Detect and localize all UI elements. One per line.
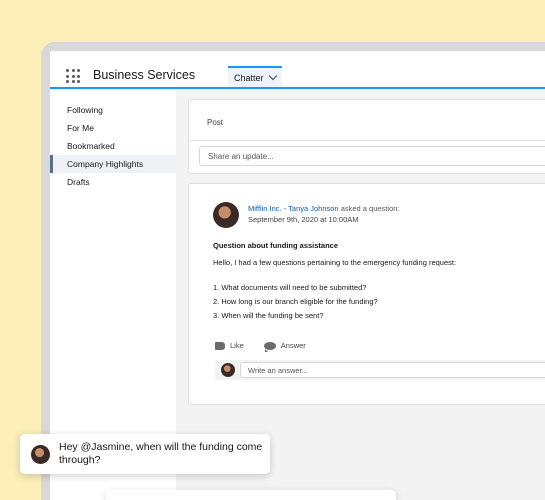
chat-message-card-secondary [106, 490, 396, 500]
feed-item-header: Mifflin Inc. - Tanya Johnson asked a que… [248, 204, 400, 213]
author-link[interactable]: Mifflin Inc. - Tanya Johnson [248, 204, 339, 213]
answer-label: Answer [280, 341, 306, 350]
publisher-card: Post Share an update... [188, 99, 545, 174]
sidebar-item-for-me[interactable]: For Me [50, 119, 176, 137]
chevron-down-icon[interactable] [268, 71, 277, 81]
app-launcher-icon[interactable] [66, 69, 80, 83]
tab-chatter-label: Chatter [234, 72, 264, 83]
answer-composer: Write an answer... [215, 360, 545, 380]
like-button[interactable]: Like [215, 341, 244, 350]
avatar [31, 445, 50, 464]
sidebar-item-company-highlights[interactable]: Company Highlights [50, 155, 176, 173]
global-header: Business Services Chatter [50, 51, 545, 89]
divider [189, 140, 545, 141]
avatar [221, 363, 235, 377]
answer-input[interactable]: Write an answer... [240, 362, 545, 378]
question-title: Question about funding assistance [213, 241, 339, 250]
sidebar-item-following[interactable]: Following [50, 101, 176, 119]
tab-post[interactable]: Post [207, 118, 223, 127]
feed-item-action: asked a question: [340, 204, 400, 213]
comment-bubble-icon [263, 341, 276, 352]
tab-chatter[interactable]: Chatter [228, 66, 282, 87]
thumbs-up-icon [215, 341, 225, 350]
share-update-input[interactable]: Share an update... [199, 146, 545, 166]
chat-message-card: Hey @Jasmine, when will the funding come… [20, 434, 270, 474]
question-item: 1. What documents will need to be submit… [213, 283, 367, 292]
avatar[interactable] [213, 202, 239, 228]
question-intro: Hello, I had a few questions pertaining … [213, 258, 457, 267]
app-screen: Business Services Chatter Following For … [50, 51, 545, 500]
sidebar-item-bookmarked[interactable]: Bookmarked [50, 137, 176, 155]
question-item: 2. How long is our branch eligible for t… [213, 297, 378, 306]
app-name: Business Services [93, 68, 196, 82]
feed-item-card: Mifflin Inc. - Tanya Johnson asked a que… [188, 183, 545, 405]
chat-message-text: Hey @Jasmine, when will the funding come… [59, 441, 263, 466]
sidebar-item-drafts[interactable]: Drafts [50, 173, 176, 191]
question-item: 3. When will the funding be sent? [213, 311, 324, 320]
answer-button[interactable]: Answer [263, 341, 306, 352]
like-label: Like [230, 341, 244, 350]
feed-item-timestamp: September 9th, 2020 at 10:00AM [248, 215, 359, 224]
feed-actions: Like Answer [215, 341, 306, 352]
